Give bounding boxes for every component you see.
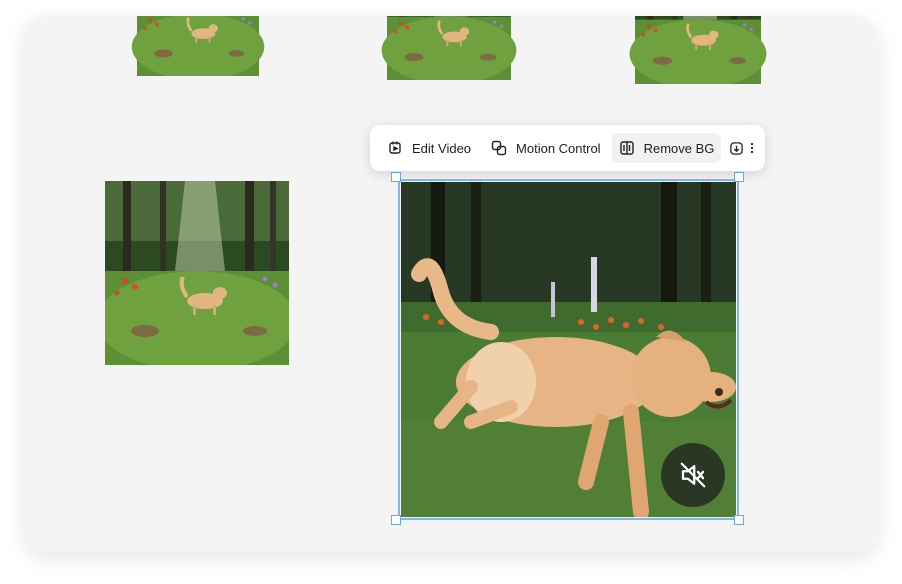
forest-dog-image bbox=[106, 16, 290, 138]
download-button[interactable] bbox=[729, 133, 744, 163]
edit-video-icon bbox=[387, 140, 403, 156]
motion-control-icon bbox=[491, 140, 507, 156]
forest-dog-image bbox=[357, 16, 541, 140]
resize-handle-top-right[interactable] bbox=[734, 172, 744, 182]
remove-bg-icon bbox=[619, 140, 635, 156]
floating-toolbar: Edit Video Motion Control Remove BG bbox=[370, 125, 765, 171]
resize-handle-bottom-left[interactable] bbox=[391, 515, 401, 525]
download-icon bbox=[730, 141, 744, 155]
mute-toggle-button[interactable] bbox=[661, 443, 725, 507]
thumbnail-1[interactable] bbox=[106, 16, 290, 138]
edit-video-button[interactable]: Edit Video bbox=[380, 133, 478, 163]
motion-control-button[interactable]: Motion Control bbox=[484, 133, 608, 163]
resize-handle-bottom-right[interactable] bbox=[734, 515, 744, 525]
thumbnail-4[interactable] bbox=[105, 181, 289, 365]
edit-video-label: Edit Video bbox=[412, 140, 472, 156]
resize-handle-top-left[interactable] bbox=[391, 172, 401, 182]
thumbnail-3[interactable] bbox=[606, 16, 790, 142]
thumbnail-2[interactable] bbox=[357, 16, 541, 140]
more-vertical-icon bbox=[750, 142, 753, 154]
forest-dog-image bbox=[105, 181, 289, 365]
remove-bg-button[interactable]: Remove BG bbox=[611, 133, 722, 163]
motion-control-label: Motion Control bbox=[516, 140, 601, 156]
forest-dog-image bbox=[606, 16, 790, 142]
more-options-button[interactable] bbox=[744, 133, 759, 163]
volume-muted-icon bbox=[680, 462, 706, 488]
remove-bg-label: Remove BG bbox=[643, 140, 715, 156]
